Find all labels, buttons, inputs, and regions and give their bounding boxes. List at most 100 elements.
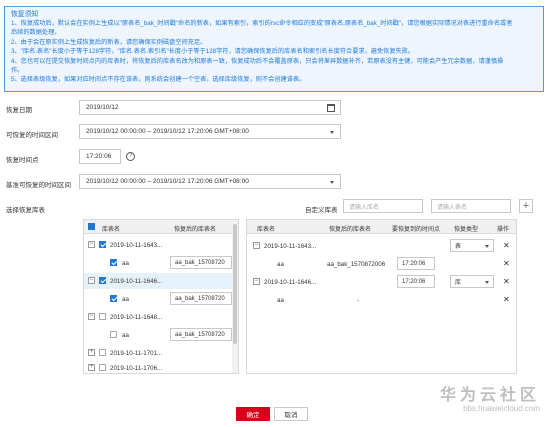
calendar-icon[interactable] (327, 104, 335, 112)
scrollbar-thumb[interactable] (233, 224, 237, 344)
row-name: 2019-10-11-1706... (110, 365, 163, 372)
table-header: 库表名 恢复后的库表名 要恢复到的时间点 恢复类型 操作 (247, 220, 516, 234)
row-name: 2019-10-11-1701... (110, 350, 163, 357)
expand-icon[interactable]: + (88, 349, 95, 356)
restore-type-value: 库 (455, 280, 462, 286)
time-point-input[interactable]: 17:20:06 (397, 257, 435, 270)
notice-title: 恢复须知 (11, 11, 39, 18)
cancel-button[interactable]: 取消 (274, 407, 308, 421)
row-checkbox[interactable] (110, 259, 117, 266)
row-name: 2019-10-11-1646... (110, 278, 163, 285)
base-range-select[interactable]: 2019/10/12 00:00:00 – 2019/10/12 17:20:0… (79, 174, 341, 189)
notice-line: 5、选择表级恢复，如果对应时间点不存在该表，则系统会创建一个空表，选择库级恢复，… (11, 76, 306, 84)
row-checkbox[interactable] (110, 295, 117, 302)
time-point-label: 恢复时间点 (6, 157, 39, 164)
row-name: 2019-10-11-1648... (110, 314, 163, 321)
row-checkbox[interactable] (99, 349, 106, 356)
row-name: aa (122, 332, 129, 339)
time-point-value: 17:20:06 (86, 153, 112, 160)
rename-input[interactable]: aa_bak_15708720 (170, 328, 232, 341)
row-name: aa (122, 296, 129, 303)
chevron-down-icon (485, 244, 489, 248)
notice-line: 1、恢复成功后，默认会在实例上生成以"原表名_bak_时间戳"命名的新表，如果有… (11, 20, 513, 27)
table-row[interactable]: aa aa_bak_15708720 (84, 327, 238, 343)
custom-tables-label: 自定义库表 (305, 207, 338, 214)
notice-line: 4、您也可以在提交恢复时间点内的库表时，将恢复后的库表名改为和原表一致，恢复成功… (11, 57, 504, 65)
selected-tables-panel: 库表名 恢复后的库表名 要恢复到的时间点 恢复类型 操作 − 2019-10-1… (246, 219, 517, 374)
restore-type-select[interactable]: 库 (450, 275, 494, 288)
column-header: 操作 (497, 227, 510, 233)
add-icon[interactable]: + (519, 199, 533, 213)
row-name: aa (277, 297, 284, 304)
remove-icon[interactable]: ✕ (503, 295, 510, 304)
restore-type-value: 表 (455, 244, 462, 250)
table-row[interactable]: − 2019-10-11-1643... (84, 237, 238, 253)
column-header: 恢复后的库表名 (329, 227, 372, 233)
collapse-icon[interactable]: − (88, 313, 95, 320)
select-all-checkbox[interactable] (88, 223, 95, 230)
rename-input[interactable]: aa_bak_15708720 (170, 256, 232, 269)
collapse-icon[interactable]: − (253, 278, 260, 285)
restore-date-field[interactable]: 2019/10/12 (79, 100, 341, 115)
row-checkbox[interactable] (99, 364, 106, 371)
time-point-input[interactable]: 17:20:06 (397, 275, 435, 288)
base-range-label: 基准可恢复的时间区间 (6, 182, 71, 189)
source-tables-panel: 库表名 恢复后的库表名 − 2019-10-11-1643... aa aa_b… (83, 219, 239, 374)
collapse-icon[interactable]: − (253, 242, 260, 249)
db-name-input[interactable]: 请输入库名 (343, 199, 423, 213)
available-range-label: 可恢复的时间区间 (6, 132, 58, 139)
rename-value: aa_bak_1570872006 (327, 261, 386, 268)
table-row: aa aa_bak_1570872006 17:20:06 ✕ (247, 256, 516, 272)
table-row[interactable]: + 2019-10-11-1706... (84, 360, 238, 373)
column-header: 库表名 (257, 227, 276, 233)
help-icon[interactable]: ? (126, 152, 135, 161)
row-name: 2019-10-11-1646... (264, 279, 317, 286)
column-header: 库表名 (102, 227, 121, 233)
table-row: − 2019-10-11-1646... 17:20:06 库 ✕ (247, 274, 516, 290)
column-header: 恢复类型 (454, 227, 479, 233)
select-tables-label: 选择恢复库表 (6, 207, 45, 214)
rename-input[interactable]: aa_bak_15708720 (170, 292, 232, 305)
remove-icon[interactable]: ✕ (503, 277, 510, 286)
chevron-down-icon (485, 280, 489, 284)
row-checkbox[interactable] (110, 331, 117, 338)
table-row[interactable]: − 2019-10-11-1646... (84, 273, 238, 289)
table-header: 库表名 恢复后的库表名 (84, 220, 238, 234)
table-row: − 2019-10-11-1643... 表 ✕ (247, 238, 516, 254)
expand-icon[interactable]: + (88, 364, 95, 371)
scrollbar[interactable] (232, 220, 238, 373)
notice-line: 2、由于会在原实例上生成恢复后的新表，请您确保实例磁盘空间充足。 (11, 38, 207, 46)
row-name: aa (122, 260, 129, 267)
remove-icon[interactable]: ✕ (503, 259, 510, 268)
notice-line: 作。 (11, 67, 24, 75)
available-range-select[interactable]: 2019/10/12 00:00:00 – 2019/10/12 17:20:0… (79, 124, 341, 139)
time-point-input[interactable]: 17:20:06 (79, 149, 121, 164)
row-checkbox[interactable] (99, 277, 106, 284)
table-row[interactable]: − 2019-10-11-1648... (84, 309, 238, 325)
row-checkbox[interactable] (99, 241, 106, 248)
collapse-icon[interactable]: − (88, 277, 95, 284)
table-row[interactable]: aa aa_bak_15708720 (84, 291, 238, 307)
table-row: aa - ✕ (247, 292, 516, 308)
collapse-icon[interactable]: − (88, 241, 95, 248)
watermark-url: bbs.huaweicloud.com (463, 404, 540, 413)
table-name-input[interactable]: 请输入表名 (431, 199, 511, 213)
notice-line: 3、"库名.表名"长度小于等于128字符，"库名.表名.索引名"长度小于等于12… (11, 48, 415, 56)
row-name: 2019-10-11-1643... (264, 243, 317, 250)
restore-date-label: 恢复日期 (6, 107, 32, 114)
column-header: 要恢复到的时间点 (392, 227, 441, 233)
remove-icon[interactable]: ✕ (503, 241, 510, 250)
base-range-value: 2019/10/12 00:00:00 – 2019/10/12 17:20:0… (86, 178, 249, 185)
row-name: 2019-10-11-1643... (110, 242, 163, 249)
restore-notice: 恢复须知 1、恢复成功后，默认会在实例上生成以"原表名_bak_时间戳"命名的新… (4, 6, 544, 92)
watermark-text: 华为云社区 (439, 387, 540, 404)
rename-value: - (357, 297, 360, 304)
row-checkbox[interactable] (99, 313, 106, 320)
table-row[interactable]: + 2019-10-11-1701... (84, 345, 238, 361)
table-row[interactable]: aa aa_bak_15708720 (84, 255, 238, 271)
restore-type-select[interactable]: 表 (450, 239, 494, 252)
ok-button[interactable]: 确定 (236, 407, 270, 421)
row-name: aa (277, 261, 284, 268)
restore-date-value: 2019/10/12 (86, 104, 119, 111)
chevron-down-icon (330, 130, 334, 134)
